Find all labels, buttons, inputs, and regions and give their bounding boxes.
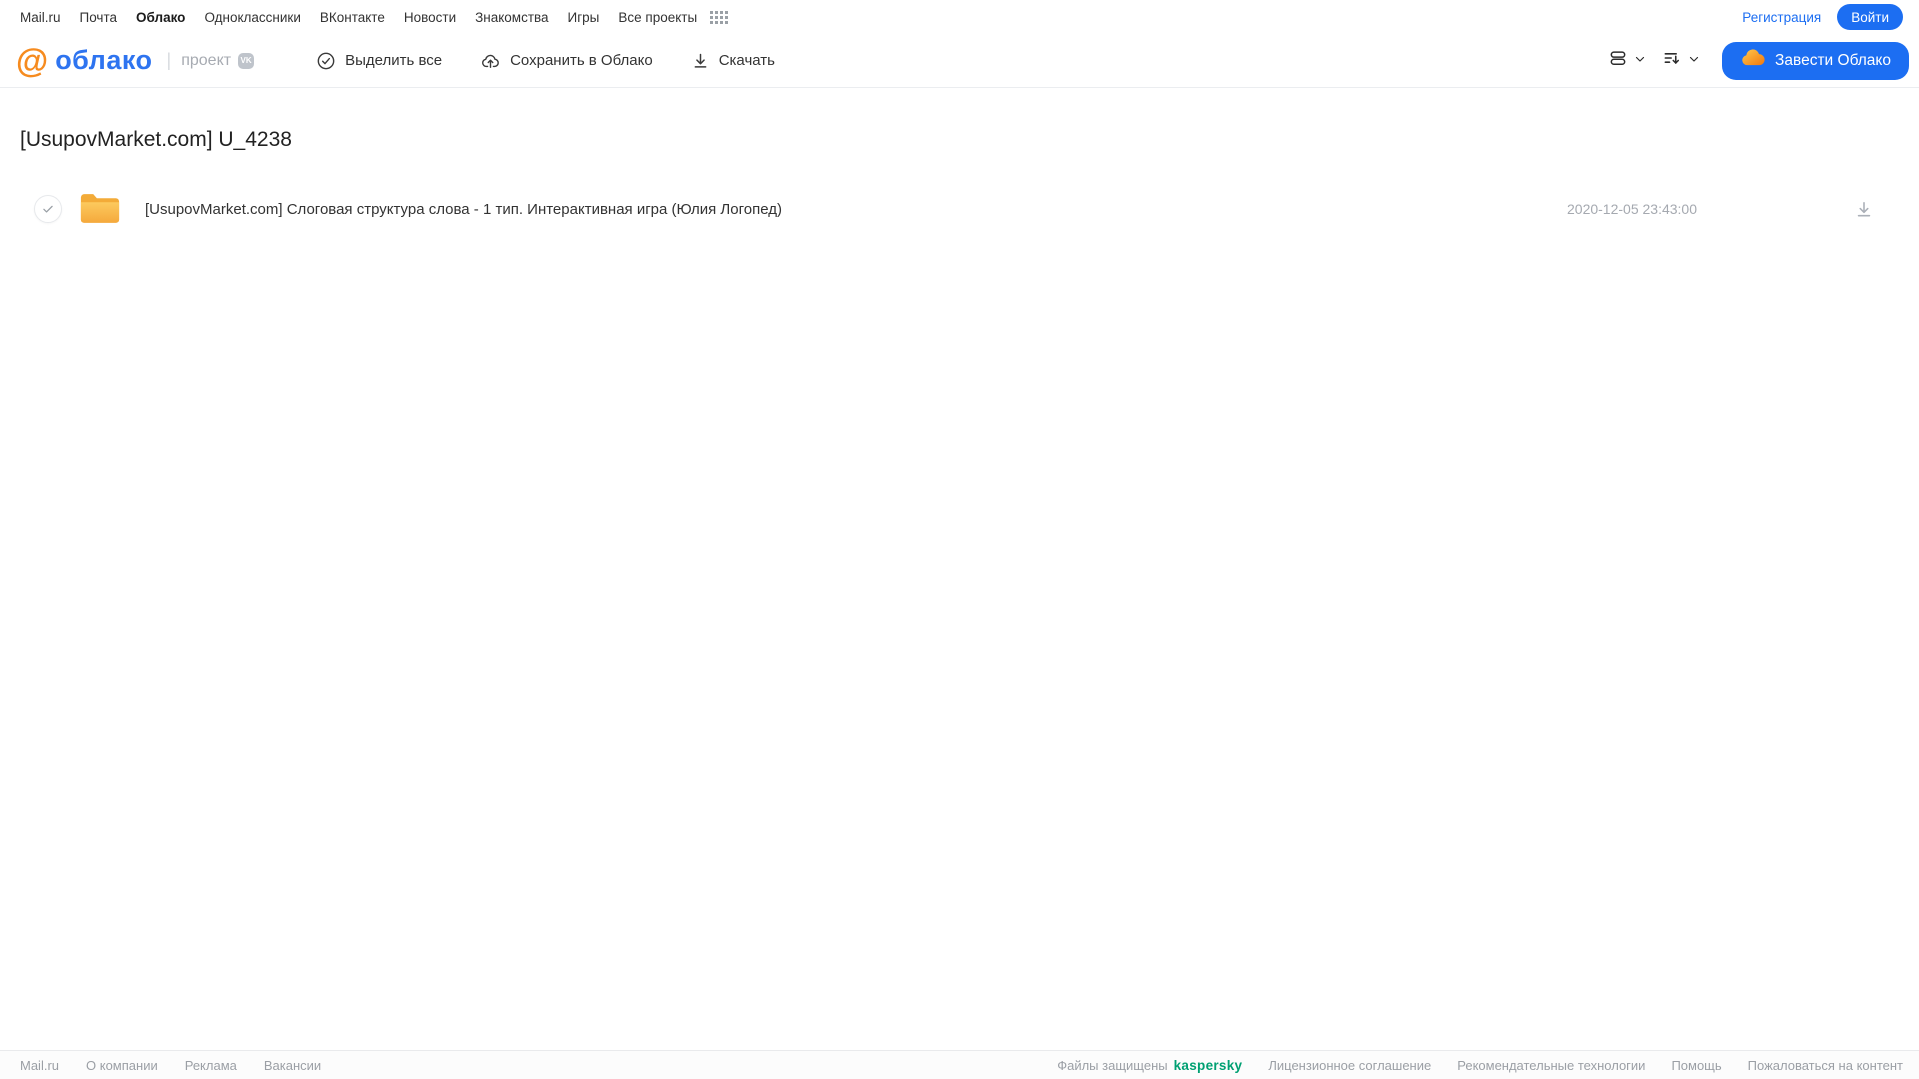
file-actions: Выделить все Сохранить в Облако Скачать <box>316 51 775 71</box>
select-all-button[interactable]: Выделить все <box>316 51 442 71</box>
mailru-at-icon: @ <box>16 42 49 79</box>
footer-link-recommendation-tech[interactable]: Рекомендательные технологии <box>1457 1058 1645 1073</box>
cloud-upload-icon <box>480 51 501 71</box>
portal-nav: Mail.ru Почта Облако Одноклассники ВКонт… <box>0 0 1919 34</box>
nav-item-odnoklassniki[interactable]: Одноклассники <box>204 10 300 25</box>
create-cloud-button[interactable]: Завести Облако <box>1722 41 1909 80</box>
page-title: [UsupovMarket.com] U_4238 <box>20 128 292 151</box>
sort-icon <box>1662 48 1682 73</box>
protected-label: Файлы защищены <box>1057 1057 1168 1073</box>
save-to-cloud-label: Сохранить в Облако <box>510 52 653 69</box>
cloud-logo[interactable]: @ облако | проект VK <box>16 42 255 79</box>
vk-logo-icon: VK <box>238 52 255 69</box>
nav-item-vkontakte[interactable]: ВКонтакте <box>320 10 385 25</box>
footer-link-report-content[interactable]: Пожаловаться на контент <box>1748 1058 1903 1073</box>
nav-item-znakomstva[interactable]: Знакомства <box>475 10 548 25</box>
view-list-icon <box>1608 48 1628 73</box>
cloud-icon <box>1740 48 1765 73</box>
check-circle-icon <box>316 51 336 71</box>
portal-nav-links: Mail.ru Почта Облако Одноклассники ВКонт… <box>20 10 729 25</box>
chevron-down-icon <box>1688 52 1700 70</box>
footer-link-ads[interactable]: Реклама <box>185 1058 237 1073</box>
folder-icon <box>79 189 121 229</box>
footer-link-jobs[interactable]: Вакансии <box>264 1058 321 1073</box>
checkmark-icon <box>43 205 53 213</box>
file-name[interactable]: [UsupovMarket.com] Слоговая структура сл… <box>145 201 782 218</box>
registration-link[interactable]: Регистрация <box>1742 10 1821 25</box>
footer-link-mailru[interactable]: Mail.ru <box>20 1058 59 1073</box>
file-modified-date: 2020-12-05 23:43:00 <box>1567 201 1697 217</box>
view-mode-dropdown[interactable] <box>1608 48 1646 73</box>
download-button[interactable]: Скачать <box>691 51 775 70</box>
cloud-logo-text: облако <box>55 45 153 75</box>
footer-link-license[interactable]: Лицензионное соглашение <box>1268 1058 1431 1073</box>
nav-item-oblako[interactable]: Облако <box>136 10 185 25</box>
chevron-down-icon <box>1634 52 1646 70</box>
login-button[interactable]: Войти <box>1837 4 1903 30</box>
all-projects-grid-icon[interactable] <box>710 10 729 24</box>
brand-divider: | <box>166 50 172 70</box>
download-label: Скачать <box>718 52 775 69</box>
create-cloud-label: Завести Облако <box>1775 51 1891 69</box>
kaspersky-protected[interactable]: Файлы защищены kaspersky <box>1057 1058 1242 1073</box>
portal-nav-auth: Регистрация Войти <box>1742 4 1903 30</box>
file-list: [UsupovMarket.com] Слоговая структура сл… <box>20 189 1899 229</box>
row-download-icon[interactable] <box>1854 199 1874 219</box>
toolbar-right: Завести Облако <box>1608 41 1909 80</box>
main-content: [UsupovMarket.com] U_4238 [UsupovMarket.… <box>0 88 1919 229</box>
nav-item-mailru[interactable]: Mail.ru <box>20 10 61 25</box>
download-icon <box>691 51 710 70</box>
nav-item-vse-proekty[interactable]: Все проекты <box>618 10 697 25</box>
nav-item-novosti[interactable]: Новости <box>404 10 456 25</box>
footer-link-about[interactable]: О компании <box>86 1058 158 1073</box>
cloud-toolbar: @ облако | проект VK Выделить все Сохран… <box>0 34 1919 88</box>
sort-dropdown[interactable] <box>1662 48 1700 73</box>
kaspersky-logo: kaspersky <box>1173 1057 1243 1073</box>
nav-item-pochta[interactable]: Почта <box>80 10 118 25</box>
footer-link-help[interactable]: Помощь <box>1671 1058 1721 1073</box>
vk-project-label: проект <box>181 51 232 69</box>
footer-right-links: Файлы защищены kaspersky Лицензионное со… <box>1057 1058 1903 1073</box>
row-checkbox[interactable] <box>34 195 62 223</box>
footer-left-links: Mail.ru О компании Реклама Вакансии <box>20 1058 348 1073</box>
file-row[interactable]: [UsupovMarket.com] Слоговая структура сл… <box>20 189 1899 229</box>
select-all-label: Выделить все <box>345 52 443 69</box>
nav-item-igry[interactable]: Игры <box>568 10 600 25</box>
footer: Mail.ru О компании Реклама Вакансии Файл… <box>0 1050 1919 1079</box>
save-to-cloud-button[interactable]: Сохранить в Облако <box>480 51 653 71</box>
